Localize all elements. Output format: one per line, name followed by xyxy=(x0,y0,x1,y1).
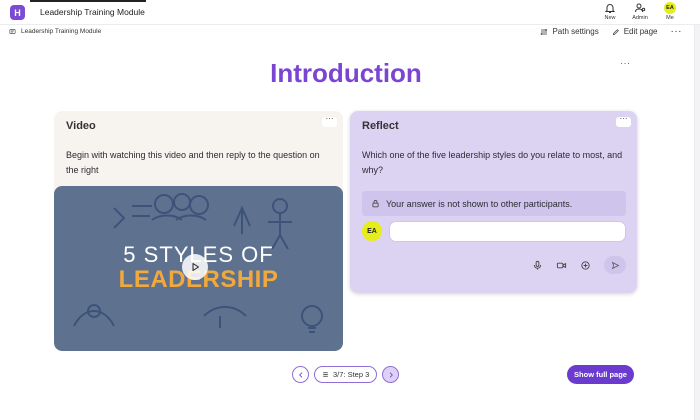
reflect-card: Reflect ··· Which one of the five leader… xyxy=(350,111,637,293)
module-icon xyxy=(9,29,16,34)
play-icon xyxy=(192,263,199,271)
step-pager: 3/7: Step 3 xyxy=(292,366,400,383)
step-label: 3/7: Step 3 xyxy=(333,370,370,379)
page-title: Introduction xyxy=(270,58,422,88)
path-settings-button[interactable]: Path settings xyxy=(540,27,599,36)
send-button[interactable] xyxy=(604,256,626,274)
reflect-card-title: Reflect xyxy=(362,120,399,132)
chevron-left-icon xyxy=(298,371,302,378)
video-player[interactable]: 5 STYLES OF LEADERSHIP xyxy=(54,186,343,351)
user-avatar: EA xyxy=(664,2,676,14)
reflect-card-more-icon[interactable]: ··· xyxy=(616,115,631,127)
privacy-notice: Your answer is not shown to other partic… xyxy=(362,191,626,216)
video-card-title: Video xyxy=(66,120,96,132)
step-indicator[interactable]: 3/7: Step 3 xyxy=(314,366,378,383)
bell-icon xyxy=(604,4,616,13)
video-card: Video ··· Begin with watching this video… xyxy=(54,111,343,351)
app-title[interactable]: Leadership Training Module xyxy=(40,7,145,17)
edit-page-button[interactable]: Edit page xyxy=(612,27,658,36)
pencil-icon xyxy=(612,28,619,35)
send-icon xyxy=(611,261,619,269)
answer-avatar: EA xyxy=(362,221,382,241)
breadcrumb-label: Leadership Training Module xyxy=(21,28,102,35)
path-settings-label: Path settings xyxy=(552,27,599,36)
page-more-icon[interactable]: ··· xyxy=(671,26,683,36)
privacy-notice-text: Your answer is not shown to other partic… xyxy=(386,198,573,209)
breadcrumb[interactable]: Leadership Training Module xyxy=(9,28,101,35)
page-scrollbar[interactable] xyxy=(694,25,700,420)
me-button[interactable]: EA Me xyxy=(660,2,680,21)
add-attachment-icon[interactable] xyxy=(580,260,591,271)
path-settings-icon xyxy=(541,28,548,35)
new-label: New xyxy=(604,15,616,21)
video-card-text: Begin with watching this video and then … xyxy=(66,150,320,175)
lock-icon xyxy=(372,200,379,208)
chevron-right-icon xyxy=(389,371,393,378)
list-icon xyxy=(323,372,328,377)
next-step-button[interactable] xyxy=(382,366,400,383)
me-label: Me xyxy=(666,15,674,21)
top-bar: H Leadership Training Module New Admin E… xyxy=(0,0,700,25)
answer-input[interactable] xyxy=(389,221,626,242)
admin-button[interactable]: Admin xyxy=(630,2,650,21)
video-camera-icon[interactable] xyxy=(556,260,567,271)
admin-label: Admin xyxy=(632,15,648,21)
edit-page-label: Edit page xyxy=(623,27,658,36)
reflect-question: Which one of the five leadership styles … xyxy=(362,150,623,175)
previous-step-button[interactable] xyxy=(292,366,309,383)
show-full-page-button[interactable]: Show full page xyxy=(567,365,634,384)
admin-icon xyxy=(635,3,646,13)
microphone-icon[interactable] xyxy=(532,260,543,271)
active-tab-indicator xyxy=(30,0,146,2)
app-logo[interactable]: H xyxy=(10,5,25,20)
new-button[interactable]: New xyxy=(600,2,620,21)
play-button[interactable] xyxy=(182,254,208,280)
video-card-more-icon[interactable]: ··· xyxy=(322,115,337,127)
top-actions: New Admin EA Me xyxy=(600,2,680,21)
page-tools: Path settings Edit page ··· xyxy=(540,26,683,36)
answer-toolbar xyxy=(532,256,626,274)
